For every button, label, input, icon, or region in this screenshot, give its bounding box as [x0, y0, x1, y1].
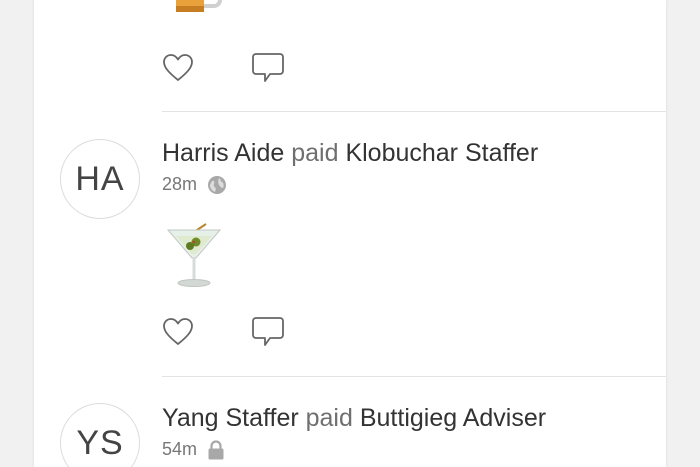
heart-outline-icon: [163, 318, 193, 345]
like-button[interactable]: [160, 314, 196, 350]
timestamp: 54m: [162, 439, 198, 459]
actor-name[interactable]: Yang Staffer: [162, 404, 299, 432]
avatar[interactable]: HA: [60, 139, 140, 219]
lock-icon: [207, 439, 225, 460]
feed-card: HA Harris Aide paid Klobuchar Staffer 28…: [34, 0, 666, 467]
martini-glass-icon: [166, 223, 222, 287]
timestamp: 28m: [162, 174, 198, 194]
speech-bubble-icon: [252, 53, 284, 82]
avatar[interactable]: YS: [60, 403, 140, 467]
transaction-meta: 28m: [162, 174, 227, 195]
comment-button[interactable]: [250, 50, 286, 86]
transaction-verb: paid: [305, 404, 353, 432]
divider: [162, 376, 666, 377]
avatar-initials: HA: [75, 159, 125, 198]
post-actions: [160, 314, 286, 350]
heart-outline-icon: [163, 54, 193, 81]
transaction-title: Harris Aide paid Klobuchar Staffer: [162, 139, 538, 168]
transaction-verb: paid: [291, 139, 339, 167]
actor-name[interactable]: Harris Aide: [162, 139, 284, 167]
beer-mug-icon: [176, 0, 222, 12]
speech-bubble-icon: [252, 317, 284, 346]
target-name[interactable]: Buttigieg Adviser: [360, 404, 546, 432]
comment-button[interactable]: [250, 314, 286, 350]
avatar-initials: YS: [76, 423, 124, 462]
globe-icon: [207, 175, 227, 195]
transaction-meta: 54m: [162, 439, 225, 460]
like-button[interactable]: [160, 50, 196, 86]
divider: [162, 111, 666, 112]
target-name[interactable]: Klobuchar Staffer: [345, 139, 538, 167]
transaction-title: Yang Staffer paid Buttigieg Adviser: [162, 404, 546, 433]
post-actions: [160, 50, 286, 86]
